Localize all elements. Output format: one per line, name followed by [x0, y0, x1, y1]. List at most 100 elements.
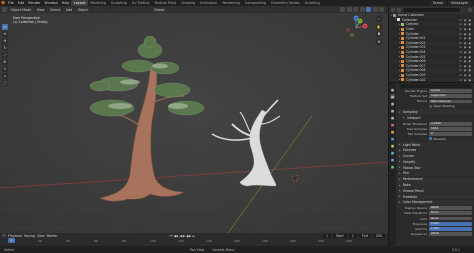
scene-selectors: Scene ViewLayer: [429, 1, 474, 5]
menu-file[interactable]: File: [6, 1, 16, 5]
menu-render[interactable]: Render: [26, 1, 42, 5]
section-viewport[interactable]: ▸ Viewport: [397, 115, 474, 121]
annotate-icon[interactable]: ✎: [2, 66, 8, 72]
property-field[interactable]: None: [429, 216, 472, 221]
outliner-editor-type-icon[interactable]: [391, 7, 395, 12]
timeline-menu-keying[interactable]: Keying: [24, 234, 35, 238]
property-checkbox[interactable]: Open Shading: [397, 104, 474, 109]
collapsed-section[interactable]: ▸ Film: [397, 170, 474, 177]
select-box-icon[interactable]: ▭: [2, 24, 8, 30]
scene-selector[interactable]: Scene: [429, 1, 446, 5]
view-layer-icon[interactable]: ■: [390, 108, 395, 113]
denoise-checkbox[interactable]: Denoise: [397, 137, 474, 142]
collapsed-section[interactable]: ▸ Motion Blur: [397, 165, 474, 171]
collapsed-section[interactable]: ▸ Light Paths: [397, 141, 474, 148]
measure-icon[interactable]: ⊿: [2, 73, 8, 79]
property-field[interactable]: 0.000: [429, 221, 472, 226]
play-icon[interactable]: ▶: [183, 234, 185, 238]
scale-icon[interactable]: ⤢: [2, 52, 8, 58]
material-shading-icon[interactable]: [372, 7, 378, 12]
collapsed-section[interactable]: ▸ Freestyle: [397, 194, 474, 200]
section-sampling[interactable]: ▾ Sampling: [397, 109, 474, 115]
gizmo-toggle-icon[interactable]: [346, 7, 352, 12]
solid-shading-icon[interactable]: [366, 7, 371, 12]
add-cube-icon[interactable]: ◻: [2, 80, 8, 86]
constraints-icon[interactable]: ■: [390, 157, 395, 162]
properties-search-input[interactable]: [399, 83, 472, 88]
rotate-icon[interactable]: ↻: [2, 45, 8, 51]
tool-icon[interactable]: ■: [390, 87, 395, 92]
jump-start-icon[interactable]: ⏮: [170, 234, 173, 238]
timeline-editor[interactable]: Playback Keying View Marker ⏮ ◀◆ ◀ ▶ ◆▶ …: [0, 233, 388, 246]
prev-key-icon[interactable]: ◀◆: [173, 234, 178, 238]
checkbox-box[interactable]: [429, 104, 432, 108]
transform-orientation[interactable]: Global: [152, 8, 167, 12]
transform-icon[interactable]: ⊞: [2, 59, 8, 65]
output-icon[interactable]: ■: [390, 101, 395, 106]
object-icon[interactable]: ■: [390, 129, 395, 134]
menu-edit[interactable]: Edit: [16, 1, 27, 5]
current-frame-field[interactable]: 1: [322, 233, 332, 238]
collapsed-section[interactable]: ▸ Simplify: [397, 159, 474, 165]
modifier-icon[interactable]: ■: [390, 136, 395, 141]
end-frame-field[interactable]: 250: [372, 233, 385, 238]
timeline-editor-type-icon[interactable]: [2, 233, 6, 238]
property-field[interactable]: GPU Compute: [429, 99, 472, 104]
timeline-menu-playback[interactable]: Playback: [8, 234, 22, 238]
menu-add[interactable]: Add: [64, 8, 74, 12]
property-field[interactable]: sRGB: [429, 232, 472, 236]
view-layer-selector[interactable]: ViewLayer: [447, 1, 471, 5]
navigation-axes-gizmo[interactable]: X Y Z: [343, 15, 369, 41]
section-color-management[interactable]: ▾ Color Management: [397, 199, 474, 205]
menu-select[interactable]: Select: [48, 8, 62, 12]
collapsed-section[interactable]: ▸ Volumes: [397, 147, 474, 153]
menu-window[interactable]: Window: [42, 1, 59, 5]
collapsed-section[interactable]: ▸ Performance: [397, 176, 474, 182]
cursor-icon[interactable]: ⊕: [2, 31, 8, 37]
next-key-icon[interactable]: ◆▶: [186, 234, 191, 238]
camera-icon[interactable]: ◘: [376, 31, 382, 37]
timeline-ruler[interactable]: 0 20 40 60 80 100 120 140 160 180 200 22…: [0, 238, 388, 246]
collapsed-section[interactable]: ▸ Grease Pencil: [397, 188, 474, 194]
property-field[interactable]: Filmic: [429, 211, 472, 216]
menu-object[interactable]: Object: [76, 8, 91, 12]
property-field[interactable]: 0: [429, 132, 472, 136]
timeline-menu-marker[interactable]: Marker: [47, 234, 58, 238]
world-icon[interactable]: ■: [390, 122, 395, 127]
menu-view[interactable]: View: [35, 8, 47, 12]
checkbox-box[interactable]: [429, 137, 432, 141]
mode-selector[interactable]: Object Mode: [9, 8, 34, 12]
move-icon[interactable]: ✥: [2, 38, 8, 44]
start-frame-field[interactable]: 1: [348, 233, 357, 238]
property-field[interactable]: 0.1000: [429, 121, 472, 126]
filter-icon[interactable]: [468, 7, 472, 12]
jump-end-icon[interactable]: ⏭: [192, 234, 195, 238]
rendered-shading-icon[interactable]: [379, 7, 384, 12]
timeline-menu-view[interactable]: View: [37, 234, 45, 238]
property-field[interactable]: sRGB: [429, 206, 472, 211]
property-field[interactable]: 1024: [429, 126, 472, 131]
menu-help[interactable]: Help: [60, 1, 72, 5]
editor-type-icon[interactable]: [2, 7, 7, 12]
display-mode-icon[interactable]: [397, 7, 401, 12]
overlay-toggle-icon[interactable]: [353, 7, 358, 12]
xray-toggle-icon[interactable]: [359, 7, 365, 12]
play-reverse-icon[interactable]: ◀: [179, 234, 181, 238]
property-field[interactable]: 1.000: [429, 227, 472, 231]
data-icon[interactable]: ■: [390, 164, 395, 169]
hand-icon[interactable]: ✋: [376, 23, 382, 30]
zoom-icon[interactable]: ⌕: [376, 16, 382, 22]
collapsed-section[interactable]: ▸ Bake: [397, 182, 474, 188]
outliner-search-input[interactable]: [403, 7, 460, 12]
scene-icon[interactable]: ■: [390, 115, 395, 120]
property-field[interactable]: Supported: [429, 94, 472, 99]
particles-icon[interactable]: ■: [390, 143, 395, 148]
property-field[interactable]: Cycles: [429, 89, 472, 93]
physics-icon[interactable]: ■: [390, 150, 395, 155]
3d-viewport[interactable]: Object Mode View Select Add Object Globa…: [0, 6, 388, 233]
collapsed-section[interactable]: ▸ Curves: [397, 153, 474, 159]
playhead[interactable]: 1: [8, 238, 15, 243]
grid-icon[interactable]: ⊞: [376, 38, 382, 45]
render-icon[interactable]: ■: [390, 94, 395, 99]
visibility-icon[interactable]: [340, 7, 345, 12]
